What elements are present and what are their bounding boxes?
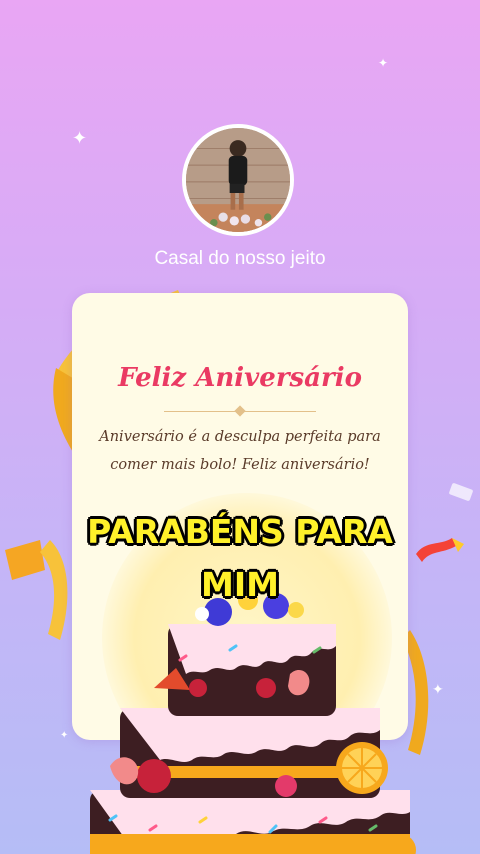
sparkle-decoration: ✦ [378, 56, 389, 70]
divider-ornament-icon [234, 405, 246, 417]
card-title: Feliz Aniversário [118, 363, 362, 393]
card-message-line: comer mais bolo! Feliz aniversário! [110, 457, 370, 473]
sparkle-decoration: ✦ [60, 730, 69, 741]
caption-line: MIM [201, 565, 279, 604]
caption-line: PARABÉNS PARA [87, 512, 393, 551]
card-message-line: Aniversário é a desculpa perfeita para [99, 429, 381, 445]
card-message: Aniversário é a desculpa perfeita para c… [92, 423, 388, 479]
sparkle-decoration: ✦ [72, 128, 88, 149]
profile-name[interactable]: Casal do nosso jeito [0, 248, 480, 270]
profile-avatar[interactable] [182, 124, 294, 236]
video-caption: PARABÉNS PARA MIM [0, 505, 480, 611]
person-photo-icon [186, 128, 290, 232]
birthday-cake-icon [90, 590, 416, 854]
